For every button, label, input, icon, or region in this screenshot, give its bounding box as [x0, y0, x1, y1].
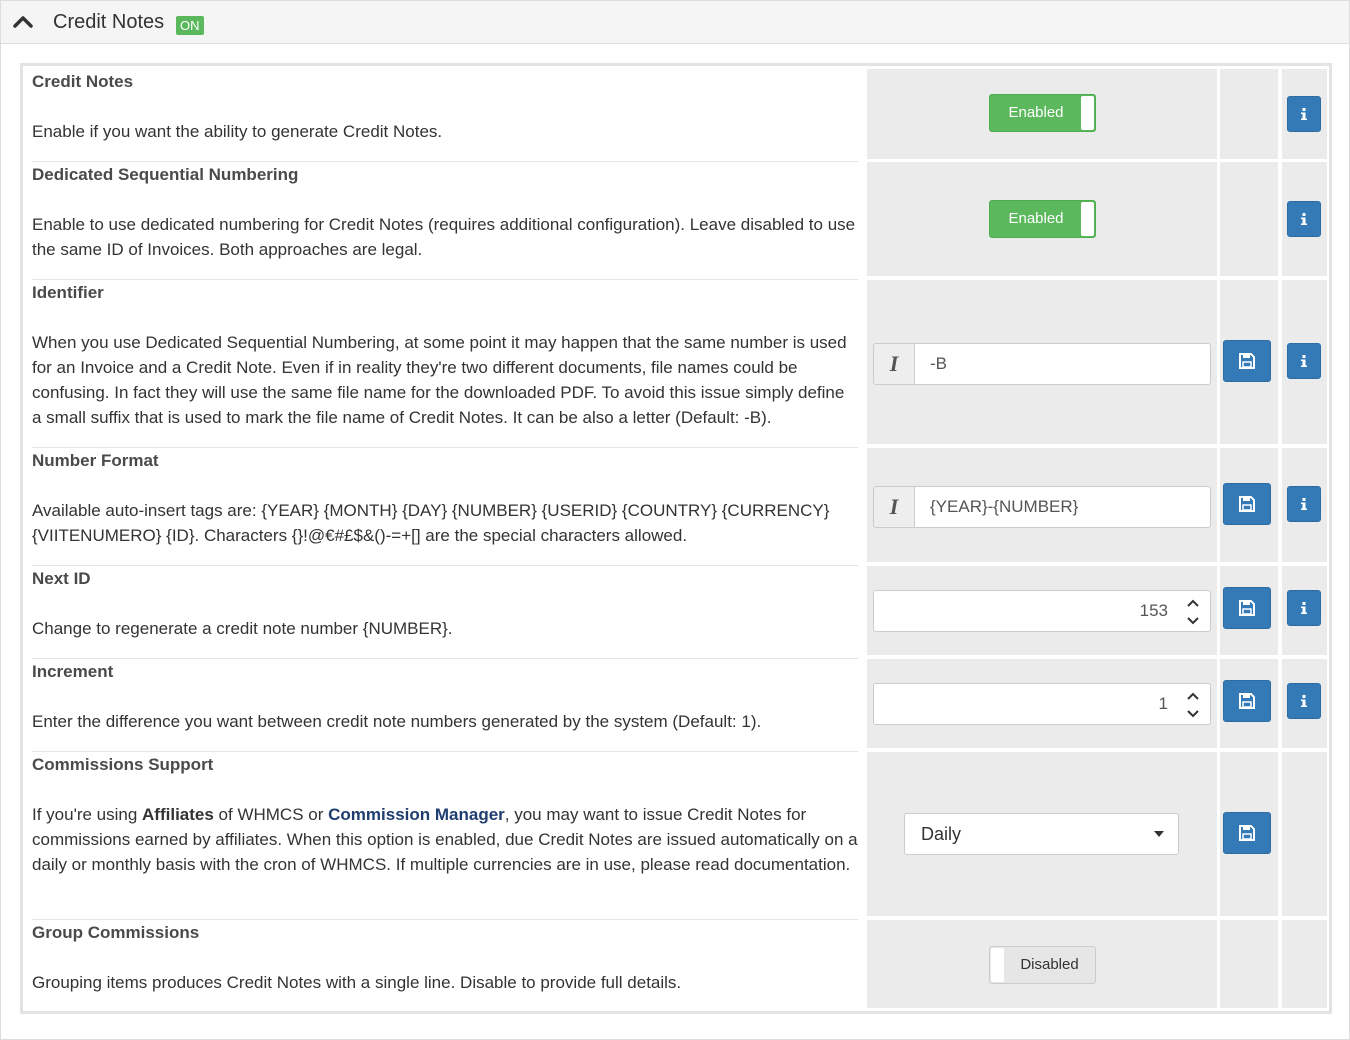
save-cell: [1220, 162, 1278, 276]
setting-description: Enter the difference you want between cr…: [32, 712, 762, 731]
setting-row-dedicated-numbering: Dedicated Sequential Numbering Enable to…: [23, 159, 1329, 277]
chevron-up-icon[interactable]: [13, 14, 33, 30]
panel-title: Credit Notes: [53, 11, 165, 33]
italic-i-icon: I: [873, 343, 915, 385]
info-button[interactable]: [1287, 590, 1321, 626]
credit-notes-toggle[interactable]: Enabled: [989, 94, 1096, 132]
setting-title: Identifier: [32, 283, 104, 302]
settings-list: Credit Notes Enable if you want the abil…: [20, 63, 1332, 1014]
setting-row-number-format: Number Format Available auto-insert tags…: [23, 445, 1329, 563]
setting-title: Increment: [32, 662, 114, 681]
setting-row-increment: Increment Enter the difference you want …: [23, 656, 1329, 749]
info-cell: [1282, 280, 1327, 444]
setting-row-credit-notes: Credit Notes Enable if you want the abil…: [23, 66, 1329, 160]
identifier-input-group: I: [873, 343, 1211, 385]
setting-description: Enable to use dedicated numbering for Cr…: [32, 215, 856, 259]
setting-description: When you use Dedicated Sequential Number…: [32, 333, 847, 427]
up-down-arrows-icon[interactable]: [1184, 690, 1202, 720]
setting-title: Dedicated Sequential Numbering: [32, 165, 299, 184]
setting-description: Available auto-insert tags are: {YEAR} {…: [32, 501, 830, 545]
setting-description: Grouping items produces Credit Notes wit…: [32, 973, 682, 992]
save-cell: [1220, 69, 1278, 159]
info-icon: [1301, 695, 1307, 707]
next-id-input[interactable]: 153: [873, 590, 1211, 632]
save-cell: [1220, 566, 1278, 655]
save-cell: [1220, 920, 1278, 1008]
affiliates-text: Affiliates: [142, 805, 214, 824]
group-commissions-toggle[interactable]: Disabled: [989, 946, 1096, 984]
save-button[interactable]: [1223, 812, 1271, 854]
setting-title: Credit Notes: [32, 72, 134, 91]
info-button[interactable]: [1287, 683, 1321, 719]
identifier-input[interactable]: [914, 343, 1211, 385]
save-button[interactable]: [1223, 680, 1271, 722]
control-cell: 153: [867, 566, 1217, 655]
commissions-frequency-select[interactable]: Daily: [904, 813, 1179, 855]
floppy-disk-icon: [1239, 693, 1255, 709]
setting-title: Group Commissions: [32, 923, 200, 942]
info-icon: [1301, 108, 1307, 120]
info-cell: [1282, 920, 1327, 1008]
info-button[interactable]: [1287, 343, 1321, 379]
floppy-disk-icon: [1239, 353, 1255, 369]
save-button[interactable]: [1223, 340, 1271, 382]
credit-notes-panel: Credit Notes ON Credit Notes Enable if y…: [0, 0, 1350, 1040]
number-format-input-group: I: [873, 486, 1211, 528]
setting-title: Commissions Support: [32, 755, 214, 774]
setting-row-identifier: Identifier When you use Dedicated Sequen…: [23, 277, 1329, 445]
control-cell: Disabled: [867, 920, 1217, 1008]
setting-description: Change to regenerate a credit note numbe…: [32, 619, 453, 638]
italic-i-icon: I: [873, 486, 915, 528]
floppy-disk-icon: [1239, 600, 1255, 616]
status-badge: ON: [176, 16, 204, 35]
save-cell: [1220, 448, 1278, 562]
save-button[interactable]: [1223, 587, 1271, 629]
setting-row-next-id: Next ID Change to regenerate a credit no…: [23, 563, 1329, 656]
floppy-disk-icon: [1239, 496, 1255, 512]
info-icon: [1301, 355, 1307, 367]
info-cell: [1282, 69, 1327, 159]
info-cell: [1282, 566, 1327, 655]
increment-input[interactable]: 1: [873, 683, 1211, 725]
info-cell: [1282, 752, 1327, 916]
dedicated-numbering-toggle[interactable]: Enabled: [989, 200, 1096, 238]
info-cell: [1282, 659, 1327, 748]
control-cell: I: [867, 448, 1217, 562]
info-icon: [1301, 213, 1307, 225]
info-button[interactable]: [1287, 201, 1321, 237]
info-button[interactable]: [1287, 96, 1321, 132]
save-button[interactable]: [1223, 483, 1271, 525]
caret-down-icon: [1154, 831, 1164, 837]
setting-row-commissions-support: Commissions Support If you're using Affi…: [23, 749, 1329, 917]
save-cell: [1220, 280, 1278, 444]
setting-title: Number Format: [32, 451, 159, 470]
setting-description: If you're using Affiliates of WHMCS or C…: [32, 805, 858, 874]
setting-row-group-commissions: Group Commissions Grouping items produce…: [23, 917, 1329, 1011]
info-cell: [1282, 448, 1327, 562]
commission-manager-link[interactable]: Commission Manager: [328, 805, 505, 824]
setting-description: Enable if you want the ability to genera…: [32, 122, 443, 141]
control-cell: Daily: [867, 752, 1217, 916]
control-cell: I: [867, 280, 1217, 444]
info-icon: [1301, 498, 1307, 510]
control-cell: Enabled: [867, 162, 1217, 276]
info-cell: [1282, 162, 1327, 276]
up-down-arrows-icon[interactable]: [1184, 597, 1202, 627]
setting-title: Next ID: [32, 569, 91, 588]
save-cell: [1220, 659, 1278, 748]
info-icon: [1301, 602, 1307, 614]
floppy-disk-icon: [1239, 825, 1255, 841]
info-button[interactable]: [1287, 486, 1321, 522]
panel-header[interactable]: Credit Notes ON: [1, 1, 1349, 44]
control-cell: 1: [867, 659, 1217, 748]
save-cell: [1220, 752, 1278, 916]
number-format-input[interactable]: [914, 486, 1211, 528]
control-cell: Enabled: [867, 69, 1217, 159]
